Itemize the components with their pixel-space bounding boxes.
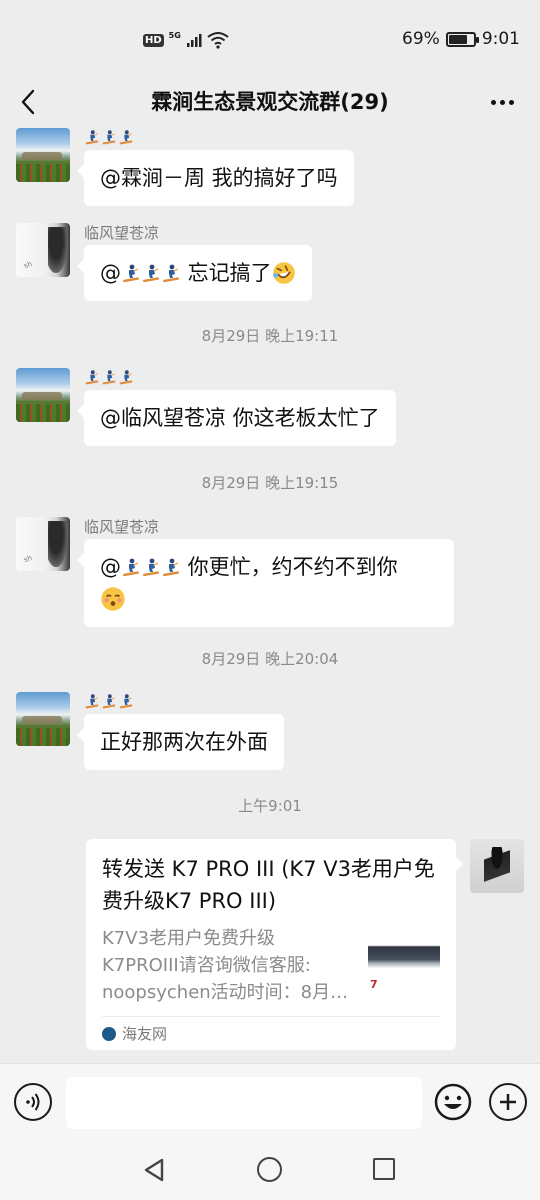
chat-list[interactable]: @霖涧－周 我的搞好了吗 临风望苍凉 @ 忘记搞了 8月29日 晚上19:11 … bbox=[0, 128, 540, 1063]
card-desc-line: K7PROIII请咨询微信客服: bbox=[102, 955, 311, 976]
card-desc-line: K7V3老用户免费升级 bbox=[102, 928, 276, 949]
nav-back-button[interactable] bbox=[142, 1157, 166, 1183]
battery-percent: 69% bbox=[402, 29, 440, 49]
card-content: K7V3老用户免费升级 K7PROIII请咨询微信客服: noopsychen活… bbox=[102, 925, 440, 1006]
timestamp: 上午9:01 bbox=[238, 797, 302, 815]
voice-button[interactable] bbox=[14, 1083, 52, 1121]
status-right: 69% 9:01 bbox=[402, 29, 520, 49]
source-name: 海友网 bbox=[122, 1025, 168, 1043]
snowboarder-emoji bbox=[101, 129, 117, 145]
snowboarder-emoji bbox=[84, 693, 100, 709]
timestamp: 8月29日 晚上19:15 bbox=[201, 474, 339, 492]
message-item: 正好那两次在外面 bbox=[16, 692, 284, 770]
snowboarder-emoji bbox=[141, 263, 161, 283]
message-body: 正好那两次在外面 bbox=[77, 692, 284, 770]
hd-badge: HD bbox=[143, 33, 164, 47]
more-dot bbox=[499, 99, 505, 105]
more-dot bbox=[508, 99, 514, 105]
snowboarder-emoji bbox=[121, 557, 141, 577]
status-icons: HD 5G bbox=[143, 28, 229, 52]
card-thumbnail: 7 bbox=[368, 931, 440, 1003]
snowboarder-emoji bbox=[118, 369, 134, 385]
message-item-outgoing: 转发送 K7 PRO III (K7 V3老用户免费升级K7 PRO III) … bbox=[86, 839, 524, 1050]
message-body: @临风望苍凉 你这老板太忙了 bbox=[77, 368, 396, 446]
mention-at: @ bbox=[100, 261, 121, 285]
snowboarder-emoji bbox=[161, 263, 181, 283]
message-bubble[interactable]: @临风望苍凉 你这老板太忙了 bbox=[77, 390, 396, 446]
snowboarder-emoji bbox=[84, 129, 100, 145]
status-bar: HD 5G 69% 9:01 bbox=[0, 0, 540, 80]
clock: 9:01 bbox=[481, 29, 520, 49]
sender-name: 临风望苍凉 bbox=[84, 224, 160, 242]
card-source: 海友网 bbox=[102, 1016, 440, 1050]
system-nav-bar bbox=[0, 1140, 540, 1200]
message-bubble[interactable]: @霖涧－周 我的搞好了吗 bbox=[77, 150, 354, 206]
more-dots-icon bbox=[490, 99, 496, 105]
voice-icon bbox=[26, 1093, 40, 1111]
avatar[interactable] bbox=[470, 839, 524, 893]
avatar[interactable] bbox=[16, 128, 70, 182]
card-desc-line: noopsychen活动时间：8月… bbox=[102, 982, 349, 1003]
message-item: 临风望苍凉 @ 你更忙，约不约不到你 bbox=[16, 517, 454, 627]
thumb-text: 7 bbox=[370, 978, 378, 991]
message-bubble[interactable]: 正好那两次在外面 bbox=[77, 714, 284, 770]
plus-icon bbox=[500, 1094, 516, 1110]
rolling-laugh-emoji bbox=[272, 262, 295, 284]
snowboarder-emoji bbox=[161, 557, 181, 577]
battery-fill bbox=[448, 34, 467, 44]
message-text: 忘记搞了 bbox=[181, 261, 272, 285]
message-text: 你更忙，约不约不到你 bbox=[181, 555, 398, 579]
plus-button[interactable] bbox=[489, 1083, 527, 1121]
snowboarder-emoji bbox=[121, 263, 141, 283]
card-title: 转发送 K7 PRO III (K7 V3老用户免费升级K7 PRO III) bbox=[102, 857, 435, 913]
message-input[interactable] bbox=[66, 1077, 422, 1129]
timestamp: 8月29日 晚上20:04 bbox=[201, 650, 339, 668]
network-type: 5G bbox=[168, 30, 181, 40]
sender-name: 临风望苍凉 bbox=[84, 518, 160, 536]
message-item: @霖涧－周 我的搞好了吗 bbox=[16, 128, 354, 206]
signal-icon bbox=[186, 34, 202, 47]
nav-home-button[interactable] bbox=[257, 1157, 282, 1182]
mention-at: @ bbox=[100, 555, 121, 579]
emoji-button[interactable] bbox=[434, 1083, 472, 1121]
snowboarder-emoji bbox=[118, 693, 134, 709]
snowboarder-emoji bbox=[101, 693, 117, 709]
message-body: @霖涧－周 我的搞好了吗 bbox=[77, 128, 354, 206]
snowboarder-emoji bbox=[118, 129, 134, 145]
message-body: 临风望苍凉 @ 忘记搞了 bbox=[77, 223, 312, 301]
snowboarder-emoji bbox=[84, 369, 100, 385]
page-title: 霖涧生态景观交流群(29) bbox=[151, 90, 389, 114]
sender-name bbox=[84, 368, 396, 390]
sender-name bbox=[84, 128, 354, 150]
avatar[interactable] bbox=[16, 368, 70, 422]
share-card[interactable]: 转发送 K7 PRO III (K7 V3老用户免费升级K7 PRO III) … bbox=[86, 839, 463, 1050]
wifi-icon bbox=[207, 32, 229, 49]
chat-header: 霖涧生态景观交流群(29) bbox=[0, 80, 540, 128]
timestamp: 8月29日 晚上19:11 bbox=[201, 327, 339, 345]
message-bubble[interactable]: @ 你更忙，约不约不到你 bbox=[77, 539, 454, 627]
avatar[interactable] bbox=[16, 223, 70, 277]
message-item: 临风望苍凉 @ 忘记搞了 bbox=[16, 223, 312, 301]
snowboarder-emoji bbox=[101, 369, 117, 385]
message-bubble[interactable]: @ 忘记搞了 bbox=[77, 245, 312, 301]
message-body: 临风望苍凉 @ 你更忙，约不约不到你 bbox=[77, 517, 454, 627]
card-description: K7V3老用户免费升级 K7PROIII请咨询微信客服: noopsychen活… bbox=[102, 925, 360, 1006]
sender-name bbox=[84, 692, 284, 714]
nav-recents-button[interactable] bbox=[373, 1158, 395, 1180]
battery-icon bbox=[445, 31, 479, 47]
snowboarder-emoji bbox=[141, 557, 161, 577]
input-bar bbox=[0, 1063, 540, 1140]
avatar[interactable] bbox=[16, 692, 70, 746]
avatar[interactable] bbox=[16, 517, 70, 571]
more-button[interactable] bbox=[482, 82, 522, 122]
source-icon bbox=[102, 1026, 116, 1041]
relieved-emoji bbox=[101, 587, 125, 611]
message-item: @临风望苍凉 你这老板太忙了 bbox=[16, 368, 396, 446]
